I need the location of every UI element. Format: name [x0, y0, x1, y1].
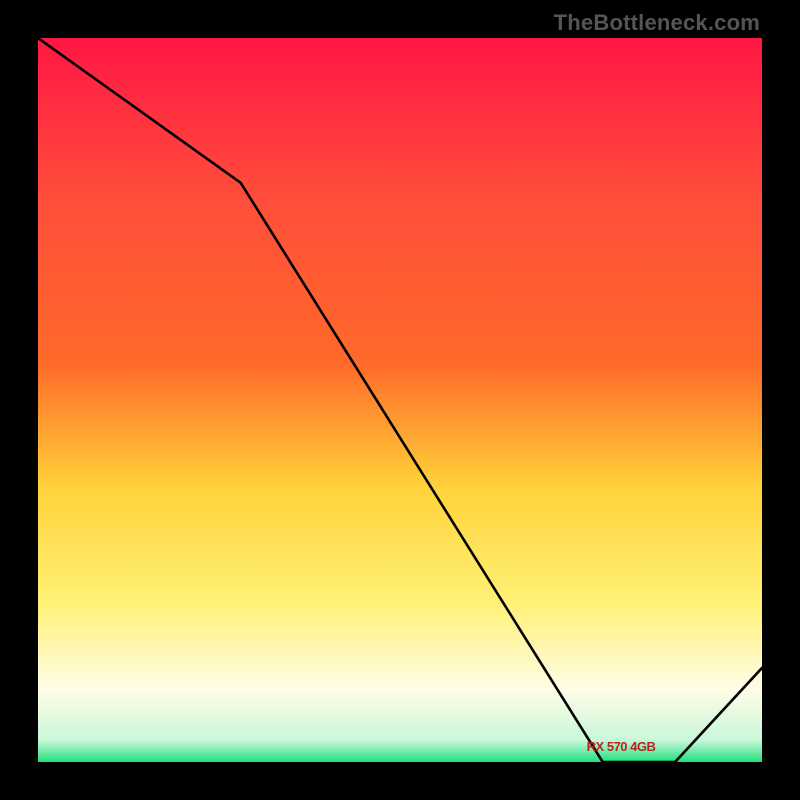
watermark-text: TheBottleneck.com	[554, 10, 760, 36]
plot-area: RX 570 4GB	[38, 38, 762, 762]
chart-container: TheBottleneck.com RX 570 4GB	[0, 0, 800, 800]
gradient-background	[38, 38, 762, 762]
product-annotation: RX 570 4GB	[587, 739, 656, 754]
plot-svg	[38, 38, 762, 762]
